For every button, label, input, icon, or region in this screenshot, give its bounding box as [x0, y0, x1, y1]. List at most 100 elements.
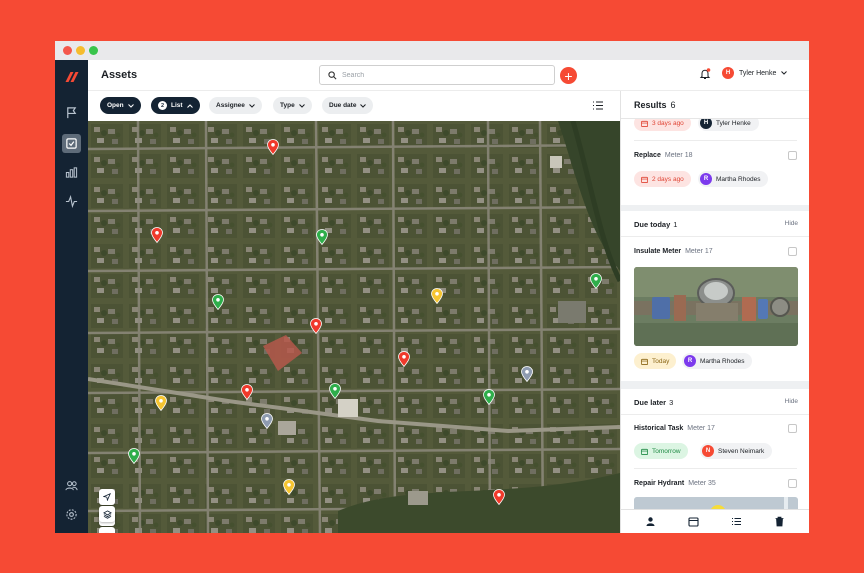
activity-icon[interactable]: [62, 192, 81, 211]
assignee-name: Martha Rhodes: [700, 357, 745, 365]
hydrant-photo[interactable]: [634, 497, 798, 509]
avatar: N: [702, 445, 714, 457]
map-pin-green[interactable]: [212, 294, 224, 310]
task-title: Historical Task: [634, 425, 684, 432]
locate-me-button[interactable]: [99, 489, 115, 505]
map-pin-red[interactable]: [241, 384, 253, 400]
assignee-name: Martha Rhodes: [716, 175, 761, 183]
task-checkbox[interactable]: [788, 151, 797, 160]
filter-assignee[interactable]: Assignee: [209, 97, 262, 114]
task-card[interactable]: 3 days ago H Tyler Henke: [621, 119, 809, 141]
maximize-window-button[interactable]: [89, 46, 98, 55]
close-window-button[interactable]: [63, 46, 72, 55]
filter-open-label: Open: [107, 102, 124, 109]
map-pin-red[interactable]: [398, 351, 410, 367]
task-card[interactable]: Replace Meter 18 2 days ago R Martha Rhod…: [621, 141, 809, 205]
analytics-icon[interactable]: [62, 163, 81, 182]
assignee-chip[interactable]: R Martha Rhodes: [698, 171, 769, 187]
task-card[interactable]: Repair Hydrant Meter 35: [621, 469, 809, 509]
map-pin-yellow[interactable]: [431, 288, 443, 304]
section-count: 3: [669, 398, 674, 407]
assignee-chip[interactable]: R Martha Rhodes: [682, 353, 753, 369]
calendar-icon[interactable]: [688, 516, 699, 527]
due-date-text: Today: [652, 357, 670, 365]
section-title: Due later: [634, 398, 667, 407]
map-pin-red[interactable]: [310, 318, 322, 334]
task-checkbox[interactable]: [788, 247, 797, 256]
meter-photo[interactable]: [634, 267, 798, 346]
task-title: Replace: [634, 152, 661, 159]
due-date-text: Tomorrow: [652, 447, 681, 455]
filter-list[interactable]: 2 List: [151, 97, 200, 114]
search-box[interactable]: [319, 65, 555, 85]
filter-type[interactable]: Type: [273, 97, 312, 114]
map-layers-button[interactable]: [99, 506, 115, 522]
map-pin-red[interactable]: [493, 489, 505, 505]
map-pin-yellow[interactable]: [283, 479, 295, 495]
map-pin-gray[interactable]: [521, 366, 533, 382]
results-header: Results 6: [621, 91, 809, 119]
minus-icon: −: [104, 528, 110, 533]
tasks-icon[interactable]: [62, 134, 81, 153]
brand-logo-icon[interactable]: [62, 67, 81, 86]
filter-due-date[interactable]: Due date: [322, 97, 374, 114]
search-input[interactable]: [342, 68, 542, 82]
chevron-down-icon: [781, 71, 788, 75]
hide-due-later-link[interactable]: Hide: [785, 398, 798, 405]
chevron-down-icon: [127, 103, 134, 108]
map-pin-green[interactable]: [590, 273, 602, 289]
satellite-map[interactable]: + −: [88, 121, 620, 533]
assignee-chip[interactable]: N Steven Neimark: [700, 443, 773, 459]
map-imagery: [88, 121, 620, 533]
section-due-today: Due today 1 Hide: [621, 211, 809, 237]
list-view-icon[interactable]: [592, 100, 604, 111]
notification-bell-icon[interactable]: [699, 68, 711, 80]
user-menu[interactable]: H Tyler Henke: [722, 67, 788, 79]
zoom-out-button[interactable]: −: [99, 527, 115, 533]
map-pin-yellow[interactable]: [155, 395, 167, 411]
map-pin-green[interactable]: [483, 389, 495, 405]
results-list[interactable]: 3 days ago H Tyler Henke Replace Meter 18…: [621, 119, 809, 509]
filter-open[interactable]: Open: [100, 97, 141, 114]
avatar: R: [700, 173, 712, 185]
filter-due-date-label: Due date: [329, 102, 357, 109]
app-window: Assets + H Tyler Henke Open 2 List Assig…: [55, 41, 809, 533]
navigation-arrow-icon: [103, 493, 111, 501]
hydrant-image: [634, 497, 798, 509]
list-icon[interactable]: [731, 516, 742, 527]
top-bar: Assets + H Tyler Henke: [88, 60, 809, 91]
flag-icon[interactable]: [62, 103, 81, 122]
sidebar: [55, 60, 88, 533]
task-checkbox[interactable]: [788, 479, 797, 488]
trash-icon[interactable]: [774, 516, 785, 527]
task-checkbox[interactable]: [788, 424, 797, 433]
water-meter-image: [634, 267, 798, 346]
task-card[interactable]: Historical Task Meter 17 Tomorrow N Steve…: [621, 415, 809, 469]
task-card[interactable]: Insulate Meter Meter 17 Today R Martha R…: [621, 237, 809, 381]
filter-bar: Open 2 List Assignee Type Due date: [88, 91, 620, 121]
map-pin-red[interactable]: [267, 139, 279, 155]
map-pin-red[interactable]: [151, 227, 163, 243]
assignee-chip[interactable]: H Tyler Henke: [698, 119, 759, 131]
search-icon: [328, 71, 337, 80]
map-pin-green[interactable]: [128, 448, 140, 464]
task-asset: Meter 35: [688, 480, 716, 487]
minimize-window-button[interactable]: [76, 46, 85, 55]
calendar-icon: [641, 448, 648, 455]
settings-gear-icon[interactable]: [62, 505, 81, 524]
filter-assignee-label: Assignee: [216, 102, 245, 109]
map-pin-green[interactable]: [316, 229, 328, 245]
calendar-icon: [641, 120, 648, 127]
results-panel: Results 6 3 days ago H Tyler Henke Replac…: [620, 91, 809, 533]
assignee-name: Steven Neimark: [718, 447, 765, 455]
add-button[interactable]: +: [560, 67, 577, 84]
map-pin-gray[interactable]: [261, 413, 273, 429]
person-icon[interactable]: [645, 516, 656, 527]
task-title: Insulate Meter: [634, 248, 682, 255]
task-asset: Meter 17: [685, 248, 713, 255]
hide-due-today-link[interactable]: Hide: [785, 220, 798, 227]
team-icon[interactable]: [62, 476, 81, 495]
map-pin-green[interactable]: [329, 383, 341, 399]
chevron-down-icon: [249, 103, 255, 108]
calendar-icon: [641, 358, 648, 365]
